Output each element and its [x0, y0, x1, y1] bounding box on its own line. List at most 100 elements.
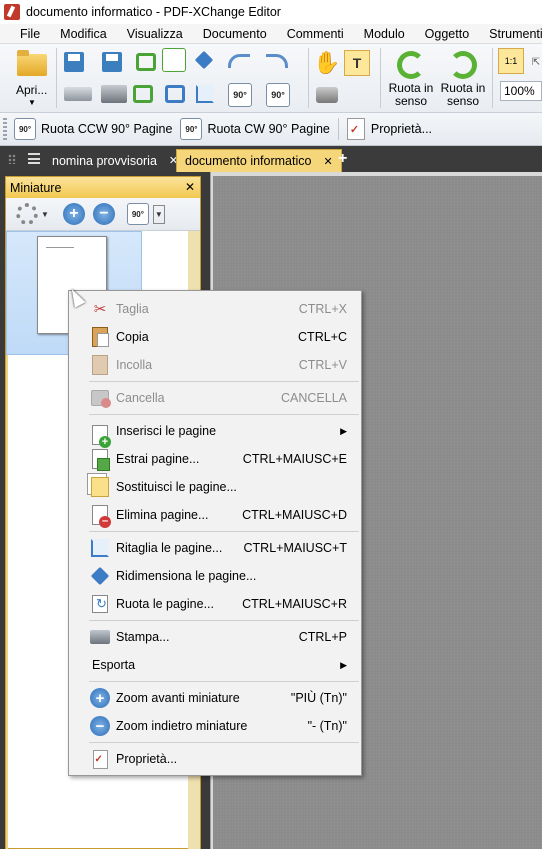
menu-item-incolla[interactable]: Incolla CTRL+V	[71, 351, 359, 379]
camera-icon	[316, 87, 338, 103]
insert-pages-icon	[89, 420, 111, 448]
properties-label: Proprietà...	[370, 122, 433, 136]
fit-page-icon[interactable]: ⇱	[530, 54, 542, 70]
insert-page-button[interactable]	[134, 50, 158, 74]
rotate-cw-pages-label: Ruota CW 90° Pagine	[207, 122, 330, 136]
menu-item-copia[interactable]: Copia CTRL+C	[71, 323, 359, 351]
select-text-button[interactable]: T	[342, 48, 372, 78]
redo-button[interactable]	[264, 50, 290, 72]
snapshot-button[interactable]	[314, 84, 340, 106]
rotate-cw-button[interactable]: 90°	[264, 82, 292, 108]
menu-item-zoom-avanti[interactable]: + Zoom avanti miniature "PIÙ (Tn)"	[71, 684, 359, 712]
save-as-icon	[102, 52, 122, 72]
gear-icon[interactable]	[16, 203, 38, 225]
extract-button[interactable]	[130, 82, 156, 106]
crop-pages-icon	[89, 537, 111, 559]
select-text-icon: T	[344, 50, 370, 76]
app-icon[interactable]	[4, 4, 20, 20]
chevron-down-icon[interactable]: ▼	[41, 210, 49, 219]
print-button[interactable]	[100, 82, 128, 106]
tab-label: documento informatico	[185, 154, 312, 168]
tab-label: nomina provvisoria	[52, 153, 157, 168]
menu-commenti[interactable]: Commenti	[277, 27, 354, 41]
zoom-out-icon[interactable]: −	[92, 203, 115, 225]
menu-item-elimina-pagine[interactable]: Elimina pagine... CTRL+MAIUSC+D	[71, 501, 359, 529]
menu-item-sostituisci-pagine[interactable]: Sostituisci le pagine...	[71, 473, 359, 501]
crop-button[interactable]	[192, 82, 218, 106]
properties-icon	[346, 118, 365, 140]
rotate-icon[interactable]: 90°	[126, 203, 149, 225]
undo-button[interactable]	[226, 50, 252, 72]
rotate-ccw-pages-button[interactable]: 90° Ruota CCW 90° Pagine	[10, 116, 176, 142]
resize-button[interactable]	[192, 48, 216, 72]
zoom-in-icon[interactable]: +	[62, 203, 85, 225]
scan-button[interactable]	[60, 82, 96, 106]
properties-icon	[89, 748, 111, 770]
hand-tool-button[interactable]: ✋	[313, 50, 340, 76]
menu-item-zoom-indietro[interactable]: − Zoom indietro miniature "- (Tn)"	[71, 712, 359, 740]
tabs-menu-icon[interactable]	[28, 153, 40, 164]
menu-file[interactable]: File	[0, 27, 50, 41]
scanner-icon	[64, 87, 92, 101]
save-button[interactable]	[62, 50, 86, 74]
menu-item-proprieta[interactable]: Proprietà...	[71, 745, 359, 773]
menu-documento[interactable]: Documento	[193, 27, 277, 41]
new-tab-icon[interactable]: +	[338, 150, 347, 168]
menu-item-stampa[interactable]: Stampa... CTRL+P	[71, 623, 359, 651]
panel-header: Miniature ✕	[6, 177, 200, 198]
chevron-down-icon[interactable]: ▼	[152, 204, 165, 224]
menu-visualizza[interactable]: Visualizza	[117, 27, 193, 41]
printer-icon	[101, 85, 127, 103]
properties-button[interactable]: Proprietà...	[343, 116, 436, 142]
rotate-ccw-icon: 90°	[228, 83, 252, 107]
insert-page-icon	[136, 53, 156, 71]
folder-icon	[17, 50, 47, 76]
menu-item-estrai-pagine[interactable]: Estrai pagine... CTRL+MAIUSC+E	[71, 445, 359, 473]
menu-item-cancella[interactable]: Cancella CANCELLA	[71, 384, 359, 412]
rotate-ccw-button[interactable]: 90°	[226, 82, 254, 108]
rotate-cw-pages-button[interactable]: 90° Ruota CW 90° Pagine	[176, 116, 333, 142]
tab-grip[interactable]	[8, 154, 16, 164]
zoom-input[interactable]: 100%	[500, 81, 542, 101]
close-icon[interactable]: ✕	[185, 180, 195, 194]
tab-documento-informatico[interactable]: documento informatico ✕	[176, 149, 342, 172]
menu-modulo[interactable]: Modulo	[354, 27, 415, 41]
paste-icon	[89, 354, 111, 376]
menu-item-inserisci-pagine[interactable]: Inserisci le pagine ▶	[71, 417, 359, 448]
close-icon[interactable]: ✕	[323, 155, 332, 168]
window-title: documento informatico - PDF-XChange Edit…	[26, 5, 281, 19]
context-menu: ✂ Taglia CTRL+X Copia CTRL+C Incolla CTR…	[68, 290, 362, 776]
rotate-ccw-pages-label: Ruota CCW 90° Pagine	[41, 122, 173, 136]
document-tabs: nomina provvisoria ✕ documento informati…	[0, 146, 542, 172]
redo-icon	[266, 54, 288, 68]
resize-icon	[194, 50, 214, 70]
panel-toolbar: ▼ + − 90° ▼	[6, 198, 200, 231]
menu-strumenti[interactable]: Strumenti	[479, 27, 542, 41]
toolbar-grip[interactable]	[3, 118, 7, 140]
replace-button[interactable]	[162, 82, 188, 106]
menu-modifica[interactable]: Modifica	[50, 27, 117, 41]
actual-size-button[interactable]: 1:1	[498, 48, 524, 74]
menu-item-ridimensiona-pagine[interactable]: Ridimensiona le pagine...	[71, 562, 359, 590]
title-bar: documento informatico - PDF-XChange Edit…	[0, 0, 542, 24]
rotate-cw-icon: 90°	[266, 83, 290, 107]
replace-pages-icon	[89, 476, 111, 498]
rotate-ccw-pages-icon: 90°	[14, 118, 36, 140]
rotate-view-cw-button[interactable]	[446, 48, 480, 82]
menu-item-ruota-pagine[interactable]: Ruota le pagine... CTRL+MAIUSC+R	[71, 590, 359, 618]
tab-nomina-provvisoria[interactable]: nomina provvisoria ✕	[44, 149, 187, 172]
open-button[interactable]	[14, 50, 50, 80]
menu-oggetto[interactable]: Oggetto	[415, 27, 479, 41]
open-dropdown-icon[interactable]: ▼	[28, 96, 36, 109]
delete-icon	[89, 387, 111, 409]
menu-item-ritaglia-pagine[interactable]: Ritaglia le pagine... CTRL+MAIUSC+T	[71, 534, 359, 562]
menu-item-taglia[interactable]: ✂ Taglia CTRL+X	[71, 295, 359, 323]
move-pages-button[interactable]	[162, 48, 186, 72]
extract-icon	[133, 85, 153, 103]
replace-icon	[165, 85, 185, 103]
zoom-in-icon: +	[89, 687, 111, 709]
save-as-button[interactable]	[100, 50, 124, 74]
menu-item-esporta[interactable]: Esporta ▶	[71, 651, 359, 679]
rotate-view-ccw-button[interactable]	[394, 48, 428, 82]
scissors-icon: ✂	[93, 301, 107, 318]
